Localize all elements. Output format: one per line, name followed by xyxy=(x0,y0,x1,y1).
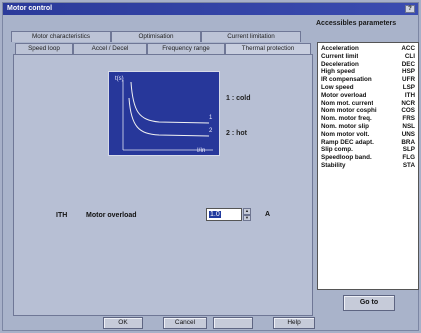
motor-overload-value: 1.0 xyxy=(209,211,221,218)
tab-speed-loop[interactable]: Speed loop xyxy=(15,43,73,54)
param-name: Deceleration xyxy=(321,60,359,68)
param-code: DEC xyxy=(401,60,415,68)
param-code: COS xyxy=(401,107,415,115)
tab-row-back: Motor characteristics Optimisation Curre… xyxy=(11,31,301,42)
param-code: FRS xyxy=(402,115,415,123)
thermal-curve-svg xyxy=(122,80,213,151)
param-name: Stability xyxy=(321,161,346,169)
param-code: STA xyxy=(402,161,415,169)
param-name: Slip comp. xyxy=(321,146,353,154)
param-name: Current limit xyxy=(321,52,359,60)
param-row[interactable]: Nom. motor slip NSL xyxy=(321,123,415,131)
param-code: ACC xyxy=(401,45,415,52)
accessible-parameters-title: Accessibles parameters xyxy=(316,20,397,27)
tab-accel-decel[interactable]: Accel / Decel xyxy=(73,43,147,54)
curve-2-marker: 2 xyxy=(209,128,213,134)
graph-y-label: t(s) xyxy=(115,76,124,82)
param-name: Speedloop band. xyxy=(321,154,372,162)
tab-current-limitation[interactable]: Current limitation xyxy=(201,31,301,42)
tab-motor-characteristics[interactable]: Motor characteristics xyxy=(11,31,111,42)
param-code: CLI xyxy=(404,52,415,60)
param-row[interactable]: Low speed LSP xyxy=(321,84,415,92)
window-title: Motor control xyxy=(7,5,53,12)
param-row[interactable]: Acceleration ACC xyxy=(321,45,415,53)
param-name: Motor overload xyxy=(321,91,367,99)
param-name: Low speed xyxy=(321,83,354,91)
ith-unit-label: A xyxy=(265,211,271,218)
goto-button[interactable]: Go to xyxy=(343,295,395,311)
param-row[interactable]: Stability STA xyxy=(321,162,415,170)
param-row[interactable]: Nom motor volt. UNS xyxy=(321,131,415,139)
curve-1-marker: 1 xyxy=(209,115,213,121)
help-button[interactable]: Help xyxy=(273,317,315,329)
param-name: Nom. motor slip xyxy=(321,122,369,130)
param-code: LSP xyxy=(402,83,415,91)
param-row[interactable]: IR compensation UFR xyxy=(321,76,415,84)
parameter-list[interactable]: Acceleration ACC Current limit CLI Decelerat… xyxy=(317,42,419,290)
title-bar: Motor control ? xyxy=(3,3,418,15)
param-code: UFR xyxy=(402,76,415,84)
param-row[interactable]: Deceleration DEC xyxy=(321,61,415,69)
param-name: IR compensation xyxy=(321,76,372,84)
legend-hot: 2 : hot xyxy=(226,130,247,137)
ok-button[interactable]: OK xyxy=(103,317,143,329)
param-code: NCR xyxy=(401,99,415,107)
thermal-curve-graph: t(s) I/In 1 2 xyxy=(108,71,220,156)
spin-down-icon[interactable]: ▼ xyxy=(243,214,251,221)
motor-overload-spinner[interactable]: ▲ ▼ xyxy=(243,208,251,221)
param-code: BRA xyxy=(401,138,415,146)
param-name: Nom motor volt. xyxy=(321,130,370,138)
param-row[interactable]: Speedloop band. FLG xyxy=(321,154,415,162)
curve-cold xyxy=(130,81,210,124)
param-code: HSP xyxy=(402,68,415,76)
param-name: Nom mot. current xyxy=(321,99,374,107)
param-name: Nom motor cosphi xyxy=(321,107,377,115)
param-code: UNS xyxy=(401,130,415,138)
param-row[interactable]: Nom mot. current NCR xyxy=(321,100,415,108)
ith-code-label: ITH xyxy=(56,212,68,219)
thermal-protection-panel: t(s) I/In 1 2 1 : cold 2 : hot ITH Motor… xyxy=(13,54,313,316)
param-row[interactable]: Current limit CLI xyxy=(321,53,415,61)
param-code: SLP xyxy=(402,146,415,154)
param-row[interactable]: High speed HSP xyxy=(321,68,415,76)
motor-control-window: Motor control ? Motor characteristics Op… xyxy=(2,2,419,331)
apply-button[interactable] xyxy=(213,317,253,329)
curve-hot xyxy=(128,97,210,137)
param-row[interactable]: Slip comp. SLP xyxy=(321,146,415,154)
help-icon[interactable]: ? xyxy=(405,5,415,13)
param-name: High speed xyxy=(321,68,355,76)
param-name: Nom. motor freq. xyxy=(321,115,372,123)
motor-overload-input[interactable]: 1.0 xyxy=(206,208,242,221)
tab-optimisation[interactable]: Optimisation xyxy=(111,31,201,42)
param-name: Ramp DEC adapt. xyxy=(321,138,374,146)
param-code: FLG xyxy=(402,154,415,162)
param-name: Acceleration xyxy=(321,45,359,52)
tab-frequency-range[interactable]: Frequency range xyxy=(147,43,225,54)
cancel-button[interactable]: Cancel xyxy=(163,317,207,329)
param-row[interactable]: Nom motor cosphi COS xyxy=(321,107,415,115)
param-row[interactable]: Ramp DEC adapt. BRA xyxy=(321,139,415,147)
param-code: ITH xyxy=(404,91,415,99)
param-row[interactable]: Motor overload ITH xyxy=(321,92,415,100)
param-code: NSL xyxy=(402,122,415,130)
param-row[interactable]: Nom. motor freq. FRS xyxy=(321,115,415,123)
legend-cold: 1 : cold xyxy=(226,95,251,102)
ith-name-label: Motor overload xyxy=(86,212,137,219)
tab-row-front: Speed loop Accel / Decel Frequency range… xyxy=(15,43,311,55)
graph-x-label: I/In xyxy=(197,148,206,154)
